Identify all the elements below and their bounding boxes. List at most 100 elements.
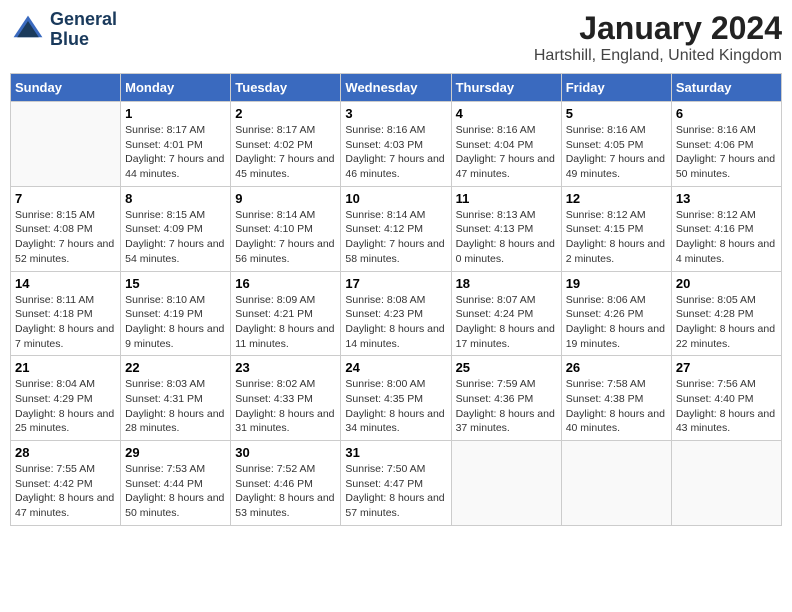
day-cell: 6 Sunrise: 8:16 AMSunset: 4:06 PMDaylight… <box>671 102 781 187</box>
day-info: Sunrise: 8:12 AMSunset: 4:15 PMDaylight:… <box>566 208 667 267</box>
day-number: 10 <box>345 191 446 206</box>
day-number: 26 <box>566 360 667 375</box>
day-number: 14 <box>15 276 116 291</box>
day-number: 30 <box>235 445 336 460</box>
month-title: January 2024 <box>534 10 782 47</box>
day-number: 31 <box>345 445 446 460</box>
week-row-1: 7Sunrise: 8:15 AMSunset: 4:08 PMDaylight… <box>11 186 782 271</box>
day-cell: 14 Sunrise: 8:11 AMSunset: 4:18 PMDayligh… <box>11 271 121 356</box>
day-info: Sunrise: 8:14 AMSunset: 4:10 PMDaylight:… <box>235 208 336 267</box>
day-number: 13 <box>676 191 777 206</box>
day-info: Sunrise: 8:16 AMSunset: 4:06 PMDaylight:… <box>676 123 777 182</box>
day-cell: 11Sunrise: 8:13 AMSunset: 4:13 PMDayligh… <box>451 186 561 271</box>
day-cell: 28 Sunrise: 7:55 AMSunset: 4:42 PMDayligh… <box>11 441 121 526</box>
day-cell: 12 Sunrise: 8:12 AMSunset: 4:15 PMDayligh… <box>561 186 671 271</box>
day-cell: 2Sunrise: 8:17 AMSunset: 4:02 PMDaylight… <box>231 102 341 187</box>
logo-text: General Blue <box>50 10 117 50</box>
day-info: Sunrise: 8:07 AMSunset: 4:24 PMDaylight:… <box>456 293 557 352</box>
day-number: 22 <box>125 360 226 375</box>
day-number: 24 <box>345 360 446 375</box>
day-cell: 9 Sunrise: 8:14 AMSunset: 4:10 PMDaylight… <box>231 186 341 271</box>
day-cell: 5Sunrise: 8:16 AMSunset: 4:05 PMDaylight… <box>561 102 671 187</box>
logo-icon <box>10 12 46 48</box>
col-header-wednesday: Wednesday <box>341 74 451 102</box>
day-info: Sunrise: 8:04 AMSunset: 4:29 PMDaylight:… <box>15 377 116 436</box>
logo: General Blue <box>10 10 117 50</box>
week-row-3: 21Sunrise: 8:04 AMSunset: 4:29 PMDayligh… <box>11 356 782 441</box>
day-info: Sunrise: 8:15 AMSunset: 4:08 PMDaylight:… <box>15 208 116 267</box>
day-info: Sunrise: 8:17 AMSunset: 4:02 PMDaylight:… <box>235 123 336 182</box>
day-info: Sunrise: 8:09 AMSunset: 4:21 PMDaylight:… <box>235 293 336 352</box>
day-number: 25 <box>456 360 557 375</box>
day-cell: 27 Sunrise: 7:56 AMSunset: 4:40 PMDayligh… <box>671 356 781 441</box>
day-number: 23 <box>235 360 336 375</box>
day-number: 8 <box>125 191 226 206</box>
day-info: Sunrise: 7:50 AMSunset: 4:47 PMDaylight:… <box>345 462 446 521</box>
calendar-header-row: SundayMondayTuesdayWednesdayThursdayFrid… <box>11 74 782 102</box>
day-info: Sunrise: 7:55 AMSunset: 4:42 PMDaylight:… <box>15 462 116 521</box>
col-header-monday: Monday <box>121 74 231 102</box>
day-info: Sunrise: 8:16 AMSunset: 4:05 PMDaylight:… <box>566 123 667 182</box>
day-cell <box>561 441 671 526</box>
day-info: Sunrise: 7:56 AMSunset: 4:40 PMDaylight:… <box>676 377 777 436</box>
day-number: 6 <box>676 106 777 121</box>
day-number: 20 <box>676 276 777 291</box>
day-number: 16 <box>235 276 336 291</box>
day-info: Sunrise: 8:12 AMSunset: 4:16 PMDaylight:… <box>676 208 777 267</box>
day-info: Sunrise: 8:10 AMSunset: 4:19 PMDaylight:… <box>125 293 226 352</box>
day-cell <box>671 441 781 526</box>
day-number: 29 <box>125 445 226 460</box>
day-cell: 3 Sunrise: 8:16 AMSunset: 4:03 PMDaylight… <box>341 102 451 187</box>
day-cell: 8 Sunrise: 8:15 AMSunset: 4:09 PMDaylight… <box>121 186 231 271</box>
day-number: 3 <box>345 106 446 121</box>
day-info: Sunrise: 8:02 AMSunset: 4:33 PMDaylight:… <box>235 377 336 436</box>
day-info: Sunrise: 8:05 AMSunset: 4:28 PMDaylight:… <box>676 293 777 352</box>
day-number: 19 <box>566 276 667 291</box>
day-cell: 13 Sunrise: 8:12 AMSunset: 4:16 PMDayligh… <box>671 186 781 271</box>
day-number: 12 <box>566 191 667 206</box>
day-cell: 20 Sunrise: 8:05 AMSunset: 4:28 PMDayligh… <box>671 271 781 356</box>
day-cell: 15 Sunrise: 8:10 AMSunset: 4:19 PMDayligh… <box>121 271 231 356</box>
day-number: 4 <box>456 106 557 121</box>
day-info: Sunrise: 7:53 AMSunset: 4:44 PMDaylight:… <box>125 462 226 521</box>
day-cell: 24Sunrise: 8:00 AMSunset: 4:35 PMDayligh… <box>341 356 451 441</box>
week-row-2: 14 Sunrise: 8:11 AMSunset: 4:18 PMDayligh… <box>11 271 782 356</box>
day-number: 28 <box>15 445 116 460</box>
day-cell <box>11 102 121 187</box>
day-number: 27 <box>676 360 777 375</box>
header: General Blue January 2024 Hartshill, Eng… <box>10 10 782 65</box>
day-info: Sunrise: 8:06 AMSunset: 4:26 PMDaylight:… <box>566 293 667 352</box>
day-info: Sunrise: 8:14 AMSunset: 4:12 PMDaylight:… <box>345 208 446 267</box>
week-row-4: 28 Sunrise: 7:55 AMSunset: 4:42 PMDayligh… <box>11 441 782 526</box>
col-header-tuesday: Tuesday <box>231 74 341 102</box>
day-info: Sunrise: 7:59 AMSunset: 4:36 PMDaylight:… <box>456 377 557 436</box>
location-title: Hartshill, England, United Kingdom <box>534 47 782 65</box>
col-header-saturday: Saturday <box>671 74 781 102</box>
day-cell: 22Sunrise: 8:03 AMSunset: 4:31 PMDayligh… <box>121 356 231 441</box>
day-info: Sunrise: 8:15 AMSunset: 4:09 PMDaylight:… <box>125 208 226 267</box>
day-number: 15 <box>125 276 226 291</box>
day-info: Sunrise: 7:52 AMSunset: 4:46 PMDaylight:… <box>235 462 336 521</box>
day-number: 17 <box>345 276 446 291</box>
day-info: Sunrise: 8:17 AMSunset: 4:01 PMDaylight:… <box>125 123 226 182</box>
day-info: Sunrise: 7:58 AMSunset: 4:38 PMDaylight:… <box>566 377 667 436</box>
day-cell: 31 Sunrise: 7:50 AMSunset: 4:47 PMDayligh… <box>341 441 451 526</box>
title-section: January 2024 Hartshill, England, United … <box>534 10 782 65</box>
day-cell <box>451 441 561 526</box>
day-number: 9 <box>235 191 336 206</box>
day-cell: 23 Sunrise: 8:02 AMSunset: 4:33 PMDayligh… <box>231 356 341 441</box>
day-info: Sunrise: 8:13 AMSunset: 4:13 PMDaylight:… <box>456 208 557 267</box>
day-info: Sunrise: 8:16 AMSunset: 4:03 PMDaylight:… <box>345 123 446 182</box>
day-cell: 29 Sunrise: 7:53 AMSunset: 4:44 PMDayligh… <box>121 441 231 526</box>
day-cell: 25 Sunrise: 7:59 AMSunset: 4:36 PMDayligh… <box>451 356 561 441</box>
col-header-friday: Friday <box>561 74 671 102</box>
day-cell: 17Sunrise: 8:08 AMSunset: 4:23 PMDayligh… <box>341 271 451 356</box>
day-cell: 18 Sunrise: 8:07 AMSunset: 4:24 PMDayligh… <box>451 271 561 356</box>
day-cell: 30 Sunrise: 7:52 AMSunset: 4:46 PMDayligh… <box>231 441 341 526</box>
calendar: SundayMondayTuesdayWednesdayThursdayFrid… <box>10 73 782 526</box>
day-info: Sunrise: 8:16 AMSunset: 4:04 PMDaylight:… <box>456 123 557 182</box>
day-number: 18 <box>456 276 557 291</box>
day-info: Sunrise: 8:11 AMSunset: 4:18 PMDaylight:… <box>15 293 116 352</box>
day-cell: 7Sunrise: 8:15 AMSunset: 4:08 PMDaylight… <box>11 186 121 271</box>
day-cell: 26 Sunrise: 7:58 AMSunset: 4:38 PMDayligh… <box>561 356 671 441</box>
